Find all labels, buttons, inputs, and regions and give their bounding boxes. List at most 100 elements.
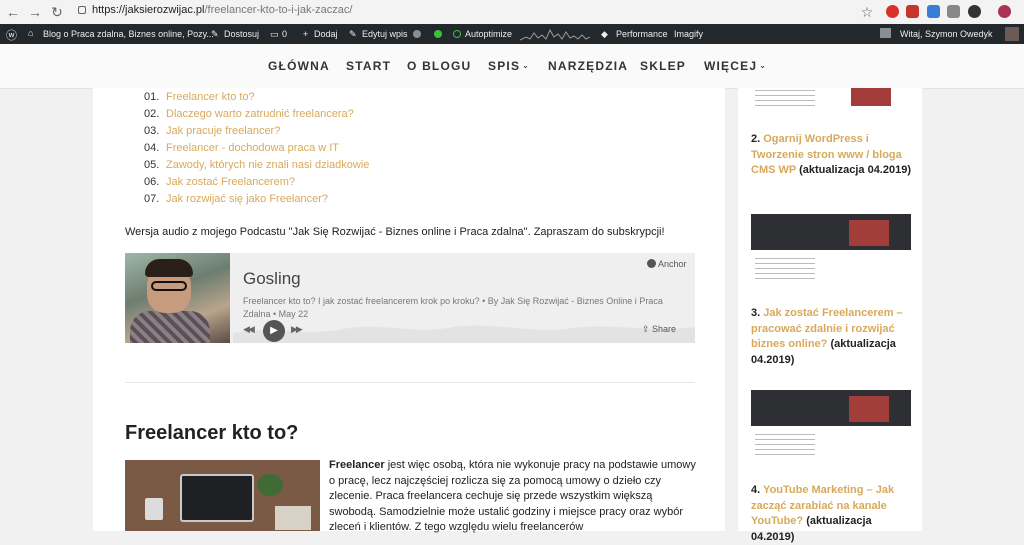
imagify-link[interactable]: Imagify bbox=[674, 29, 703, 39]
customize-icon: ✎ bbox=[211, 29, 219, 39]
table-of-contents: 01. Freelancer kto to? 02. Dlaczego warto … bbox=[144, 89, 369, 208]
share-button[interactable]: ⇪ Share bbox=[642, 324, 676, 335]
toc-link[interactable]: Jak zostać Freelancerem? bbox=[166, 176, 295, 188]
toc-number: 05. bbox=[144, 159, 160, 171]
share-icon: ⇪ bbox=[642, 324, 653, 334]
back-icon[interactable]: ← bbox=[4, 3, 22, 21]
toc-number: 04. bbox=[144, 142, 160, 154]
rewind-icon[interactable]: ◀◀ bbox=[243, 324, 255, 335]
anchor-logo-icon bbox=[647, 259, 656, 268]
sidebar-item-number: 4. bbox=[751, 484, 761, 496]
wp-admin-bar: ⓦ ⌂ Blog o Praca zdalna, Biznes online, … bbox=[0, 24, 1024, 44]
seo-status-icon bbox=[413, 30, 421, 38]
toc-link[interactable]: Dlaczego warto zatrudnić freelancera? bbox=[166, 108, 354, 120]
forward-icon[interactable]: → bbox=[26, 3, 44, 21]
plus-icon: + bbox=[303, 29, 309, 39]
comments-count[interactable]: 0 bbox=[282, 29, 287, 39]
toc-number: 06. bbox=[144, 176, 160, 188]
paragraph-text: jest więc osobą, która nie wykonuje prac… bbox=[329, 459, 696, 533]
home-icon: ⌂ bbox=[28, 28, 34, 38]
sidebar-course-item: 4. YouTube Marketing – Jak zacząć zarabi… bbox=[751, 483, 916, 545]
nav-item-wiecej[interactable]: WIĘCEJ ⌄ bbox=[704, 59, 767, 73]
nav-item-spis[interactable]: SPIS ⌄ bbox=[488, 59, 530, 73]
nav-item-sklep[interactable]: SKLEP bbox=[640, 59, 686, 73]
add-new-link[interactable]: Dodaj bbox=[314, 29, 338, 39]
extension-page-icon[interactable] bbox=[947, 5, 960, 18]
toc-item: 02. Dlaczego warto zatrudnić freelancera? bbox=[144, 106, 369, 123]
performance-link[interactable]: Performance bbox=[616, 29, 668, 39]
anchor-brand[interactable]: Anchor bbox=[647, 259, 687, 269]
toc-item: 06. Jak zostać Freelancerem? bbox=[144, 174, 369, 191]
toc-item: 04. Freelancer - dochodowa praca w IT bbox=[144, 140, 369, 157]
toc-item: 05. Zawody, których nie znali nasi dziadk… bbox=[144, 157, 369, 174]
nav-item-start[interactable]: START bbox=[346, 59, 391, 73]
extension-opera-icon[interactable] bbox=[886, 5, 899, 18]
article-paragraph: Freelancer jest więc osobą, która nie wy… bbox=[329, 458, 699, 536]
sidebar-thumbnail[interactable] bbox=[751, 88, 911, 114]
sidebar-thumbnail[interactable] bbox=[751, 380, 911, 462]
toc-link[interactable]: Zawody, których nie znali nasi dziadkowi… bbox=[166, 159, 369, 171]
toc-link[interactable]: Freelancer - dochodowa praca w IT bbox=[166, 142, 339, 154]
site-navigation: GŁÓWNA START O BLOGU SPIS ⌄ NARZĘDZIA SKL… bbox=[0, 44, 1024, 89]
sidebar-course-item: 3. Jak zostać Freelancerem – pracować zd… bbox=[751, 306, 916, 368]
nav-item-glowna[interactable]: GŁÓWNA bbox=[268, 59, 330, 73]
article-content: 01. Freelancer kto to? 02. Dlaczego warto … bbox=[93, 88, 725, 533]
notification-icon[interactable] bbox=[880, 28, 891, 38]
toc-link[interactable]: Jak pracuje freelancer? bbox=[166, 125, 280, 137]
url-path: /freelancer-kto-to-i-jak-zaczac/ bbox=[204, 4, 353, 16]
chevron-down-icon: ⌄ bbox=[522, 61, 531, 70]
wordpress-logo-icon[interactable]: ⓦ bbox=[6, 27, 17, 43]
stats-sparkline-icon bbox=[520, 28, 590, 41]
bookmark-star-icon[interactable]: ☆ bbox=[858, 3, 876, 21]
podcast-cover-image bbox=[125, 253, 230, 343]
play-button[interactable]: ▶ bbox=[263, 320, 285, 342]
divider bbox=[125, 382, 695, 383]
extension-mail-icon[interactable] bbox=[906, 5, 919, 18]
toc-item: 01. Freelancer kto to? bbox=[144, 89, 369, 106]
admin-site-title[interactable]: Blog o Praca zdalna, Biznes online, Pozy… bbox=[43, 29, 214, 39]
autoptimize-link[interactable]: Autoptimize bbox=[465, 29, 512, 39]
chevron-down-icon: ⌄ bbox=[759, 61, 768, 70]
paragraph-bold-term: Freelancer bbox=[329, 459, 385, 471]
extension-dark-icon[interactable] bbox=[968, 5, 981, 18]
user-greeting[interactable]: Witaj, Szymon Owedyk bbox=[900, 29, 993, 39]
episode-title: Gosling bbox=[243, 269, 301, 288]
edit-post-link[interactable]: Edytuj wpis bbox=[362, 29, 408, 39]
toc-item: 03. Jak pracuje freelancer? bbox=[144, 123, 369, 140]
lock-icon bbox=[78, 6, 86, 14]
customize-link[interactable]: Dostosuj bbox=[224, 29, 259, 39]
performance-icon: ◆ bbox=[601, 29, 608, 39]
podcast-intro: Wersja audio z mojego Podcastu "Jak Się … bbox=[125, 226, 665, 238]
sidebar: 2. Ogarnij WordPress i Tworzenie stron w… bbox=[738, 88, 922, 543]
fast-forward-icon[interactable]: ▶▶ bbox=[291, 324, 303, 335]
nav-item-o-blogu[interactable]: O BLOGU bbox=[407, 59, 471, 73]
nav-item-spis-label: SPIS bbox=[488, 59, 521, 73]
comments-icon: ▭ bbox=[270, 29, 279, 39]
sidebar-item-number: 3. bbox=[751, 307, 761, 319]
url-domain: https://jaksierozwijac.pl bbox=[92, 4, 205, 16]
nav-item-wiecej-label: WIĘCEJ bbox=[704, 59, 758, 73]
sidebar-thumbnail[interactable] bbox=[751, 206, 911, 286]
article-image bbox=[125, 460, 320, 531]
address-bar[interactable]: https://jaksierozwijac.pl/freelancer-kto… bbox=[92, 4, 352, 16]
profile-avatar[interactable] bbox=[998, 5, 1011, 18]
edit-icon: ✎ bbox=[349, 29, 357, 39]
toc-number: 07. bbox=[144, 193, 160, 205]
nav-item-narzedzia[interactable]: NARZĘDZIA bbox=[548, 59, 628, 73]
share-label: Share bbox=[652, 324, 677, 334]
sidebar-course-item: 2. Ogarnij WordPress i Tworzenie stron w… bbox=[751, 132, 916, 179]
toc-link[interactable]: Jak rozwijać się jako Freelancer? bbox=[166, 193, 328, 205]
anchor-label: Anchor bbox=[658, 259, 687, 269]
toc-number: 02. bbox=[144, 108, 160, 120]
toc-number: 01. bbox=[144, 91, 160, 103]
reload-icon[interactable]: ↻ bbox=[48, 3, 66, 21]
toc-number: 03. bbox=[144, 125, 160, 137]
browser-toolbar: ← → ↻ https://jaksierozwijac.pl/freelanc… bbox=[0, 0, 1024, 25]
sidebar-item-number: 2. bbox=[751, 133, 761, 145]
sidebar-item-suffix: (aktualizacja 04.2019) bbox=[799, 164, 911, 176]
extension-chat-icon[interactable] bbox=[927, 5, 940, 18]
toc-link[interactable]: Freelancer kto to? bbox=[166, 91, 255, 103]
section-heading: Freelancer kto to? bbox=[125, 422, 299, 444]
user-avatar[interactable] bbox=[1005, 27, 1019, 41]
autoptimize-icon bbox=[453, 30, 461, 38]
